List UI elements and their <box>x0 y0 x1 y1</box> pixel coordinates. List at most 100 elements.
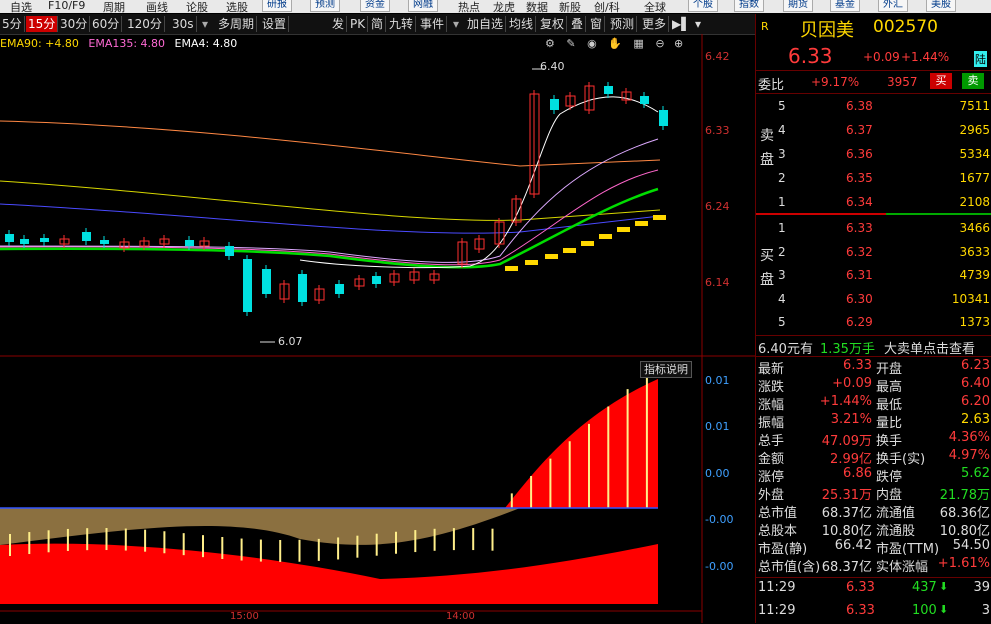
chart-toolbar: 5分 15分 30分 60分 120分 30s ▾ 多周期 设置 发 PK 简 … <box>0 14 755 35</box>
ma-button[interactable]: 均线 <box>507 16 537 32</box>
more-button[interactable]: 更多 <box>640 16 670 32</box>
menu-forex-button[interactable]: 外汇 <box>878 0 908 12</box>
big-order-bar[interactable]: 6.40元有 1.35万手 大卖单点击查看 <box>756 335 991 357</box>
period-5m[interactable]: 5分 <box>0 16 25 32</box>
menu-dragon[interactable]: 龙虎 <box>493 0 515 13</box>
buy-level-row[interactable]: 5 6.29 1373 <box>756 311 991 334</box>
gear-icon[interactable]: ⚙ <box>545 37 555 50</box>
grid-icon[interactable]: ▦ <box>633 37 643 50</box>
period-60m[interactable]: 60分 <box>90 16 123 32</box>
menu-funds-button[interactable]: 基金 <box>830 0 860 12</box>
menu-margin-button[interactable]: 网融 <box>408 0 438 12</box>
level-volume: 5334 <box>959 147 990 161</box>
big-order-price: 6.40元有 <box>758 342 813 357</box>
big-order-link[interactable]: 大卖单点击查看 <box>884 338 975 357</box>
buy-level-row[interactable]: 2 6.32 3633 <box>756 241 991 264</box>
more-dropdown-icon[interactable]: ▾ <box>693 16 703 32</box>
stat-label: 实体涨幅 <box>876 560 929 575</box>
window-button[interactable]: 窗 <box>588 16 606 32</box>
expand-icon[interactable]: ▶▌ <box>670 16 692 32</box>
stat-label: 总手 <box>758 434 785 449</box>
level-price: 6.35 <box>846 171 873 185</box>
menu-stock-button[interactable]: 个股 <box>688 0 718 12</box>
price-change: +0.09 <box>863 50 900 64</box>
menu-period[interactable]: 周期 <box>103 0 125 13</box>
menu-select[interactable]: 选股 <box>226 0 248 13</box>
sell-level-row[interactable]: 1 6.34 2108 <box>756 191 991 214</box>
forecast-button[interactable]: 预测 <box>608 16 638 32</box>
period-dropdown-icon[interactable]: ▾ <box>200 16 210 32</box>
zoom-out-icon[interactable]: ⊖ <box>655 37 664 50</box>
overlay-button[interactable]: 叠 <box>569 16 587 32</box>
pk-button[interactable]: PK <box>348 16 369 32</box>
level-price: 6.31 <box>846 268 873 282</box>
chart-svg[interactable] <box>0 34 755 623</box>
level-volume: 7511 <box>959 99 990 113</box>
event-dropdown-icon[interactable]: ▾ <box>451 16 461 32</box>
candle-body <box>335 284 344 294</box>
period-15m[interactable]: 15分 <box>26 16 59 32</box>
level-price: 6.30 <box>846 291 873 306</box>
menu-forecast-button[interactable]: 预测 <box>310 0 340 12</box>
menu-forum[interactable]: 论股 <box>186 0 208 13</box>
menu-fund-button[interactable]: 资金 <box>360 0 390 12</box>
chart-area[interactable] <box>0 34 755 623</box>
level-volume: 10341 <box>951 291 990 306</box>
add-favorite-button[interactable]: 加自选 <box>465 16 507 32</box>
menu-f10[interactable]: F10/F9 <box>48 0 85 12</box>
stat-value: 4.36% <box>948 430 990 445</box>
menu-index-button[interactable]: 指数 <box>734 0 764 12</box>
pencil-icon[interactable]: ✎ <box>566 37 575 50</box>
stat-value: 68.37亿 <box>821 506 872 521</box>
candle-body <box>604 86 613 94</box>
simple-button[interactable]: 简 <box>369 16 387 32</box>
indicator-tick: 0.01 <box>705 420 730 433</box>
menu-hot[interactable]: 热点 <box>458 0 480 13</box>
buy-level-row[interactable]: 1 6.33 3466 <box>756 217 991 240</box>
jiuzhuan-button[interactable]: 九转 <box>387 16 417 32</box>
level-number: 2 <box>778 171 786 185</box>
menu-data[interactable]: 数据 <box>526 0 548 13</box>
sell-level-row[interactable]: 5 6.38 7511 <box>756 95 991 118</box>
adjust-button[interactable]: 复权 <box>538 16 568 32</box>
stat-value: 2.63 <box>961 412 990 427</box>
buy-side-label: 买盘 <box>760 248 774 288</box>
event-button[interactable]: 事件 <box>418 16 448 32</box>
stat-label: 市盈(TTM) <box>876 542 940 557</box>
level-price: 6.29 <box>846 315 873 329</box>
menu-zixuan[interactable]: 自选 <box>10 0 32 13</box>
settings-button[interactable]: 设置 <box>260 16 290 32</box>
menu-futures-button[interactable]: 期货 <box>783 0 813 12</box>
level-number: 5 <box>778 315 786 329</box>
menu-draw[interactable]: 画线 <box>146 0 168 13</box>
stat-value: 6.23 <box>961 358 990 373</box>
period-120m[interactable]: 120分 <box>125 16 165 32</box>
sell-level-row[interactable]: 2 6.35 1677 <box>756 167 991 190</box>
period-30s[interactable]: 30s <box>170 16 197 32</box>
buy-level-row[interactable]: 4 6.30 10341 <box>756 288 991 311</box>
menu-global[interactable]: 全球 <box>644 0 666 13</box>
sell-button[interactable]: 卖 <box>962 73 984 89</box>
buy-level-row[interactable]: 3 6.31 4739 <box>756 264 991 287</box>
stat-value: +0.09 <box>832 376 872 391</box>
tick-count: 3 <box>981 603 990 618</box>
menu-chuangke[interactable]: 创/科 <box>594 0 620 13</box>
fa-button[interactable]: 发 <box>330 16 348 32</box>
period-30m[interactable]: 30分 <box>58 16 91 32</box>
buy-button[interactable]: 买 <box>930 73 952 89</box>
menu-research-button[interactable]: 研报 <box>262 0 292 12</box>
ema-marker <box>653 215 666 220</box>
ma-curve-blue <box>0 203 661 234</box>
multi-period-button[interactable]: 多周期 <box>216 16 258 32</box>
sell-level-row[interactable]: 4 6.37 2965 <box>756 119 991 142</box>
eye-icon[interactable]: ◉ <box>587 37 597 50</box>
stat-label: 涨跌 <box>758 380 785 395</box>
menu-newstock[interactable]: 新股 <box>559 0 581 13</box>
zoom-in-icon[interactable]: ⊕ <box>674 37 683 50</box>
sell-level-row[interactable]: 3 6.36 5334 <box>756 143 991 166</box>
menu-us-button[interactable]: 美股 <box>926 0 956 12</box>
candle-body <box>659 110 668 126</box>
level-number: 4 <box>778 291 786 306</box>
hand-icon[interactable]: ✋ <box>608 37 622 50</box>
indicator-help-button[interactable]: 指标说明 <box>640 361 692 378</box>
